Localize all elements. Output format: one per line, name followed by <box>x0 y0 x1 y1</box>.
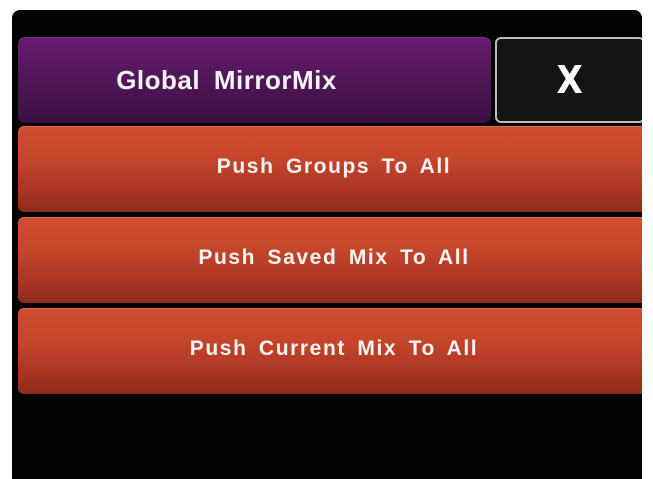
dialog-title: Global MirrorMix <box>116 64 337 95</box>
close-button[interactable]: X <box>495 37 642 123</box>
push-groups-to-all-label: Push Groups To All <box>216 155 452 178</box>
push-saved-mix-to-all-label: Push Saved Mix To All <box>198 246 470 269</box>
close-icon: X <box>556 58 584 102</box>
push-current-mix-to-all-button[interactable]: Push Current Mix To All <box>18 308 642 394</box>
mirrormix-dialog: Global MirrorMix X Push Groups To All Pu… <box>12 10 642 479</box>
push-saved-mix-to-all-button[interactable]: Push Saved Mix To All <box>18 217 642 303</box>
push-groups-to-all-button[interactable]: Push Groups To All <box>18 126 642 212</box>
dialog-title-bar: Global MirrorMix <box>18 37 491 123</box>
push-current-mix-to-all-label: Push Current Mix To All <box>189 337 479 360</box>
